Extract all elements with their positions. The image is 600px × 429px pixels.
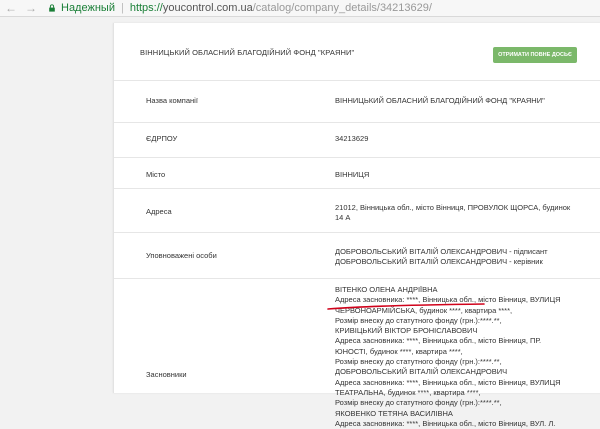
row-value: ВІННИЦЬКИЙ ОБЛАСНИЙ БЛАГОДІЙНИЙ ФОНД "КР… (335, 96, 545, 105)
browser-address-bar: ← → Надежный | https://youcontrol.com.ua… (0, 0, 600, 17)
forward-arrow-icon[interactable]: → (24, 1, 38, 15)
value-line: ЯКОВЕНКО ТЕТЯНА ВАСИЛІВНА (335, 408, 453, 418)
company-title: ВІННИЦЬКИЙ ОБЛАСНИЙ БЛАГОДІЙНИЙ ФОНД "КР… (140, 48, 355, 57)
row-founders: Засновники ВІТЕНКО ОЛЕНА АНДРІЇВНА Адрес… (114, 278, 600, 428)
url-path: /catalog/company_details/34213629/ (252, 2, 432, 14)
row-value: ДОБРОВОЛЬСЬКИЙ ВІТАЛІЙ ОЛЕКСАНДРОВИЧ - п… (335, 247, 585, 267)
row-authorized-persons: Уповноважені особи ДОБРОВОЛЬСЬКИЙ ВІТАЛІ… (114, 232, 600, 279)
value-line: ДОБРОВОЛЬСЬКИЙ ВІТАЛІЙ ОЛЕКСАНДРОВИЧ - к… (335, 257, 543, 266)
row-city: Місто ВІННИЦЯ (114, 157, 600, 189)
address-divider: | (120, 2, 124, 14)
value-line: Адреса засновника: ****, Вінницька обл.,… (335, 418, 556, 428)
row-label: Адреса (146, 207, 172, 216)
url-host: youcontrol.com.ua (162, 2, 253, 14)
value-line: ЮНОСТІ, будинок ****, квартира ****, (335, 346, 463, 356)
row-company-name: Назва компанії ВІННИЦЬКИЙ ОБЛАСНИЙ БЛАГО… (114, 80, 600, 123)
row-label: Назва компанії (146, 96, 198, 105)
value-line: ДОБРОВОЛЬСЬКИЙ ВІТАЛІЙ ОЛЕКСАНДРОВИЧ - п… (335, 247, 548, 256)
back-arrow-icon[interactable]: ← (4, 1, 18, 15)
row-label: Уповноважені особи (146, 251, 217, 260)
secure-label: Надежный (61, 2, 115, 14)
row-edrpou: ЄДРПОУ 34213629 (114, 122, 600, 158)
value-line: Розмір внеску до статутного фонду (грн.)… (335, 398, 502, 408)
value-line: 21012, Вінницька обл., місто Вінниця, ПР… (335, 203, 571, 212)
url-field[interactable]: https://youcontrol.com.ua/catalog/compan… (130, 2, 432, 14)
row-label: ЄДРПОУ (146, 134, 178, 143)
company-card: ВІННИЦЬКИЙ ОБЛАСНИЙ БЛАГОДІЙНИЙ ФОНД "КР… (113, 23, 600, 428)
security-indicator[interactable]: Надежный (48, 2, 115, 14)
value-line: ДОБРОВОЛЬСЬКИЙ ВІТАЛІЙ ОЛЕКСАНДРОВИЧ (335, 367, 508, 377)
value-line: Адреса засновника: ****, Вінницька обл.,… (335, 336, 542, 346)
value-line: КРИВІЦЬКИЙ ВІКТОР БРОНІСЛАВОВИЧ (335, 326, 478, 336)
row-label: Місто (146, 170, 166, 179)
lock-icon (49, 4, 55, 12)
full-dossier-button[interactable]: ОТРИМАТИ ПОВНЕ ДОСЬЄ (493, 47, 577, 63)
value-line: ТЕАТРАЛЬНА, будинок ****, квартира ****, (335, 387, 481, 397)
url-protocol: https:// (129, 2, 163, 14)
row-address: Адреса 21012, Вінницька обл., місто Вінн… (114, 188, 600, 233)
row-value: ВІННИЦЯ (335, 170, 370, 179)
value-line: Розмір внеску до статутного фонду (грн.)… (335, 357, 502, 367)
row-label: Засновники (146, 370, 187, 379)
row-value: 21012, Вінницька обл., місто Вінниця, ПР… (335, 203, 585, 223)
value-line: Розмір внеску до статутного фонду (грн.)… (335, 315, 502, 325)
card-header: ВІННИЦЬКИЙ ОБЛАСНИЙ БЛАГОДІЙНИЙ ФОНД "КР… (114, 23, 600, 81)
row-value: 34213629 (335, 134, 369, 143)
value-line: ВІТЕНКО ОЛЕНА АНДРІЇВНА (335, 285, 438, 294)
browser-nav: ← → (4, 1, 38, 15)
value-line: 14 А (335, 213, 351, 222)
red-underline-annotation (327, 303, 485, 310)
